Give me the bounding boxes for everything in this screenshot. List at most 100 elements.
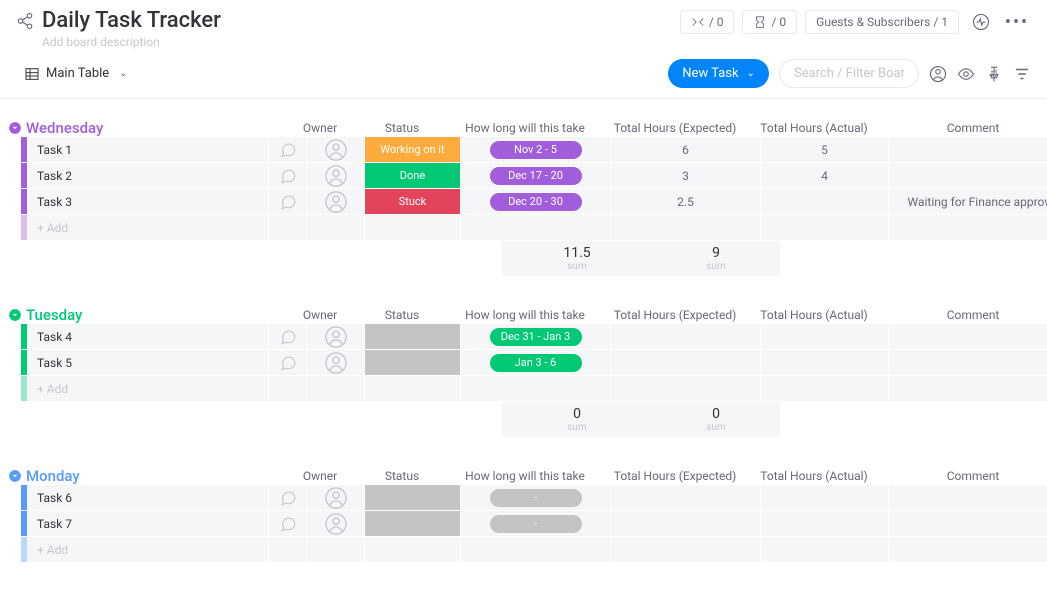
col-actual[interactable]: Total Hours (Actual): [750, 121, 878, 135]
add-task-label[interactable]: + Add: [27, 537, 269, 562]
group-name[interactable]: Wednesday: [26, 119, 286, 137]
comment-cell[interactable]: [889, 350, 1047, 375]
col-timeline[interactable]: How long will this take: [450, 469, 600, 483]
actual-hours-cell[interactable]: [761, 350, 889, 375]
task-name[interactable]: Task 6: [27, 485, 269, 510]
col-status[interactable]: Status: [354, 308, 450, 322]
conversations-button[interactable]: / 0: [680, 10, 735, 34]
add-task-label[interactable]: + Add: [27, 215, 269, 240]
expected-hours-cell[interactable]: 2.5: [611, 189, 761, 214]
task-name[interactable]: Task 4: [27, 324, 269, 349]
person-icon[interactable]: [929, 65, 947, 83]
actual-hours-cell[interactable]: [761, 485, 889, 510]
chat-button[interactable]: [269, 189, 307, 214]
pin-icon[interactable]: [985, 65, 1003, 83]
col-owner[interactable]: Owner: [286, 308, 354, 322]
timeline-cell[interactable]: Nov 2 - 5: [461, 137, 611, 162]
activity-log-button[interactable]: / 0: [742, 10, 797, 34]
timeline-cell[interactable]: Dec 20 - 30: [461, 189, 611, 214]
comment-cell[interactable]: [889, 511, 1047, 536]
expected-hours-cell[interactable]: [611, 485, 761, 510]
status-cell[interactable]: Stuck: [365, 189, 461, 214]
task-name[interactable]: Task 1: [27, 137, 269, 162]
task-name[interactable]: Task 7: [27, 511, 269, 536]
actual-hours-cell[interactable]: [761, 324, 889, 349]
chat-button[interactable]: [269, 137, 307, 162]
col-expected[interactable]: Total Hours (Expected): [600, 469, 750, 483]
activity-icon-button[interactable]: [967, 8, 995, 36]
add-task-label[interactable]: + Add: [27, 376, 269, 401]
col-timeline[interactable]: How long will this take: [450, 121, 600, 135]
timeline-cell[interactable]: Jan 3 - 6: [461, 350, 611, 375]
add-row[interactable]: + Add: [21, 376, 1039, 402]
chevron-down-icon[interactable]: [8, 121, 22, 135]
timeline-cell[interactable]: -: [461, 511, 611, 536]
expected-hours-cell[interactable]: 3: [611, 163, 761, 188]
comment-cell[interactable]: [889, 324, 1047, 349]
col-status[interactable]: Status: [354, 121, 450, 135]
comment-cell[interactable]: Waiting for Finance approval: [889, 189, 1047, 214]
new-task-button[interactable]: New Task ⌄: [668, 59, 769, 88]
chat-button[interactable]: [269, 485, 307, 510]
col-comment[interactable]: Comment: [878, 121, 1047, 135]
chat-button[interactable]: [269, 324, 307, 349]
col-expected[interactable]: Total Hours (Expected): [600, 121, 750, 135]
actual-hours-cell[interactable]: 4: [761, 163, 889, 188]
chevron-down-icon[interactable]: [8, 308, 22, 322]
task-name[interactable]: Task 2: [27, 163, 269, 188]
search-input[interactable]: [779, 59, 919, 88]
actual-hours-cell[interactable]: 5: [761, 137, 889, 162]
chat-button[interactable]: [269, 163, 307, 188]
owner-cell[interactable]: [307, 485, 365, 510]
chat-button[interactable]: [269, 511, 307, 536]
owner-cell[interactable]: [307, 189, 365, 214]
actual-hours-cell[interactable]: [761, 189, 889, 214]
comment-cell[interactable]: [889, 163, 1047, 188]
group-name[interactable]: Tuesday: [26, 306, 286, 324]
actual-hours-cell[interactable]: [761, 511, 889, 536]
more-options-button[interactable]: •••: [1003, 8, 1031, 36]
expected-hours-cell[interactable]: [611, 324, 761, 349]
col-expected[interactable]: Total Hours (Expected): [600, 308, 750, 322]
status-cell[interactable]: Working on it: [365, 137, 461, 162]
comment-cell[interactable]: [889, 137, 1047, 162]
expected-hours-cell[interactable]: [611, 350, 761, 375]
board-description[interactable]: Add board description: [42, 35, 680, 49]
expected-hours-cell[interactable]: [611, 511, 761, 536]
col-owner[interactable]: Owner: [286, 121, 354, 135]
chat-button[interactable]: [269, 350, 307, 375]
owner-cell[interactable]: [307, 511, 365, 536]
timeline-cell[interactable]: -: [461, 485, 611, 510]
col-owner[interactable]: Owner: [286, 469, 354, 483]
add-row[interactable]: + Add: [21, 215, 1039, 241]
status-cell[interactable]: Done: [365, 163, 461, 188]
view-main-table[interactable]: Main Table ⌄: [16, 62, 136, 86]
col-timeline[interactable]: How long will this take: [450, 308, 600, 322]
status-cell[interactable]: [365, 485, 461, 510]
status-cell[interactable]: [365, 324, 461, 349]
owner-cell[interactable]: [307, 137, 365, 162]
owner-cell[interactable]: [307, 324, 365, 349]
col-actual[interactable]: Total Hours (Actual): [750, 469, 878, 483]
timeline-cell[interactable]: Dec 17 - 20: [461, 163, 611, 188]
owner-cell[interactable]: [307, 163, 365, 188]
col-comment[interactable]: Comment: [878, 469, 1047, 483]
col-actual[interactable]: Total Hours (Actual): [750, 308, 878, 322]
chevron-down-icon[interactable]: [8, 469, 22, 483]
comment-cell[interactable]: [889, 485, 1047, 510]
owner-cell[interactable]: [307, 350, 365, 375]
expected-hours-cell[interactable]: 6: [611, 137, 761, 162]
col-status[interactable]: Status: [354, 469, 450, 483]
status-cell[interactable]: [365, 350, 461, 375]
group-name[interactable]: Monday: [26, 467, 286, 485]
board-title[interactable]: Daily Task Tracker: [42, 8, 221, 33]
filter-icon[interactable]: [1013, 65, 1031, 83]
add-row[interactable]: + Add: [21, 537, 1039, 563]
task-name[interactable]: Task 5: [27, 350, 269, 375]
col-comment[interactable]: Comment: [878, 308, 1047, 322]
status-cell[interactable]: [365, 511, 461, 536]
timeline-cell[interactable]: Dec 31 - Jan 3: [461, 324, 611, 349]
eye-icon[interactable]: [957, 65, 975, 83]
task-name[interactable]: Task 3: [27, 189, 269, 214]
guests-button[interactable]: Guests & Subscribers / 1: [805, 10, 959, 34]
